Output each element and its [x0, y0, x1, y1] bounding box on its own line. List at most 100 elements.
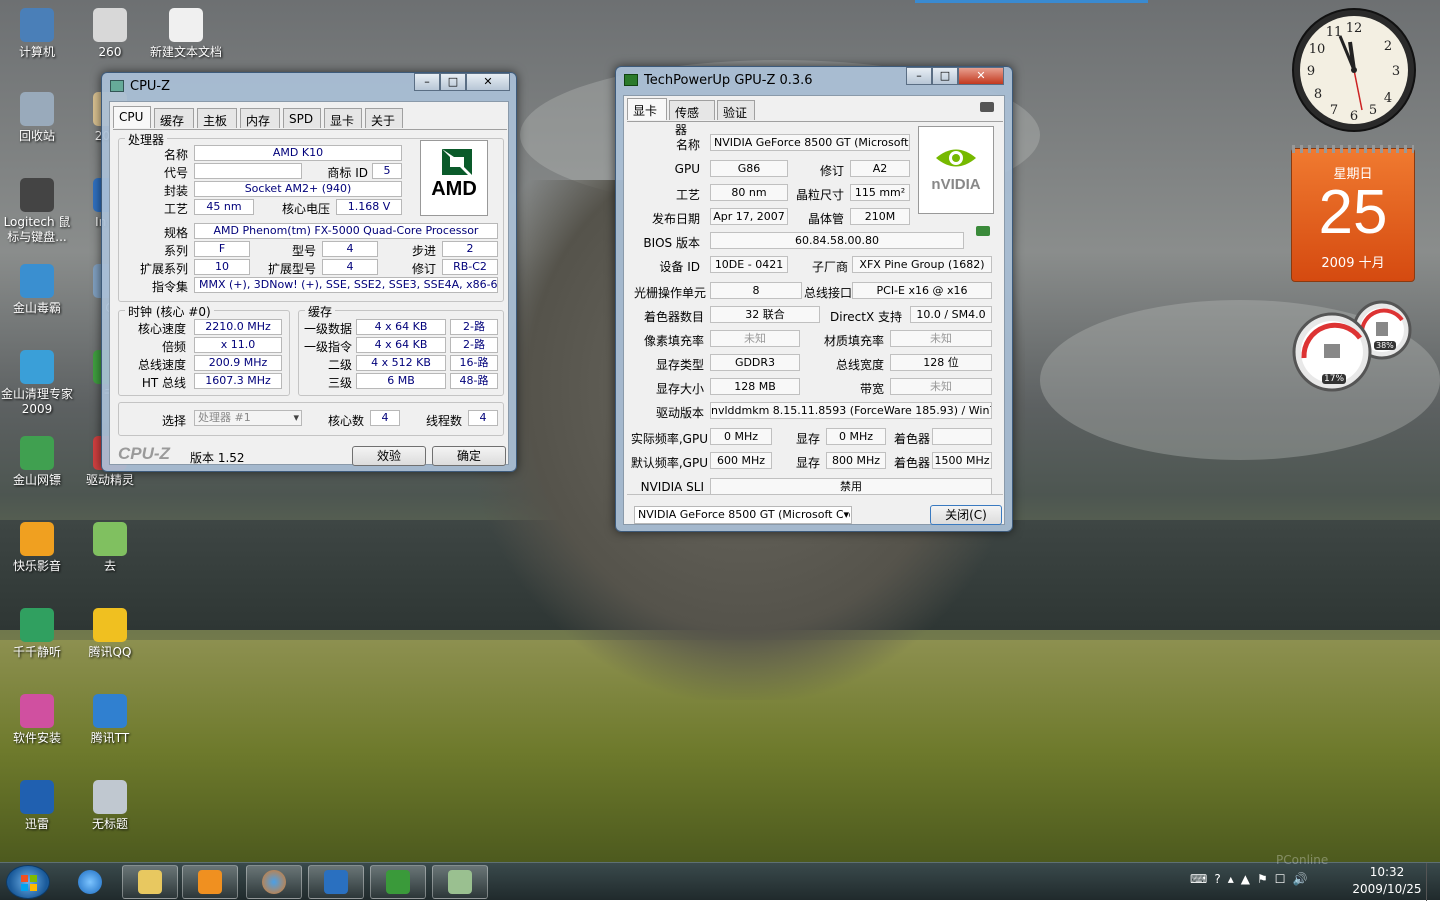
offscreen-window-edge [915, 0, 1148, 3]
tab-5[interactable]: 显卡 [324, 108, 362, 128]
close-gpuz-button[interactable]: 关闭(C) [930, 505, 1002, 525]
cache-assoc-value: 2-路 [450, 319, 498, 335]
tab-4[interactable]: SPD [283, 108, 321, 128]
bios-save-icon[interactable] [976, 226, 990, 236]
tray-icons[interactable]: ⌨?▴▲⚑☐🔊 [1190, 872, 1314, 886]
buswidth-value: 128 位 [890, 354, 992, 371]
tab-1[interactable]: 传感器 [669, 100, 715, 137]
maximize-button[interactable]: □ [440, 73, 466, 91]
name-label: 名称 [675, 138, 700, 152]
processor-select[interactable]: 处理器 #1 ▾ [194, 410, 302, 426]
desktop-icon[interactable]: 腾讯QQ [74, 608, 146, 660]
bandwidth-label: 带宽 [859, 382, 884, 396]
desktop-icon[interactable]: 快乐影音 [1, 522, 73, 574]
subv-value: XFX Pine Group (1682) [852, 256, 992, 273]
show-desktop-button[interactable] [1426, 863, 1440, 901]
gpuz-content: 显卡 传感器 验证 名称 NVIDIA GeForce 8500 GT (Micros… [623, 95, 1005, 525]
desktop-icon[interactable]: 金山网镖 [1, 436, 73, 488]
clocks-group-title: 时钟 (核心 #0) [125, 303, 214, 320]
minimize-button[interactable]: – [414, 73, 440, 91]
ie-icon [78, 870, 102, 894]
memclock-label: 显存 [795, 432, 820, 446]
desktop-icon[interactable]: Logitech 鼠标与键盘... [1, 178, 73, 245]
tab-3[interactable]: 内存 [240, 108, 280, 128]
die-label: 晶粒尺寸 [795, 188, 844, 202]
media-player-icon [198, 870, 222, 894]
bios-value: 60.84.58.00.80 [710, 232, 964, 249]
cpuz-titlebar[interactable]: CPU-Z – □ ✕ [102, 73, 516, 99]
cpu-meter-gadget[interactable]: 17% 38% [1290, 300, 1418, 392]
desktop-icon-label: 计算机 [18, 45, 55, 59]
desktop-icon[interactable]: 金山清理专家2009 [1, 350, 73, 417]
maximize-button[interactable]: □ [932, 67, 958, 85]
tab-0[interactable]: CPU [113, 106, 151, 128]
desktop-icon[interactable]: 260 [74, 8, 146, 60]
cpuz-window[interactable]: CPU-Z – □ ✕ CPU 缓存 主板 内存 SPD 显卡 关于 处理器 名称 AMD … [101, 72, 517, 472]
cache-level-label: 三级 [327, 376, 352, 390]
calendar-gadget[interactable]: 星期日 25 2009 十月 [1291, 145, 1415, 282]
gpuz-titlebar[interactable]: TechPowerUp GPU-Z 0.3.6 – □ ✕ [616, 67, 1012, 93]
nvidia-logo: nVIDIA [918, 126, 994, 214]
gpu-select[interactable]: NVIDIA GeForce 8500 GT (Microsoft Corp ▾ [634, 506, 852, 524]
taskbar-cpuz-button[interactable] [370, 865, 426, 899]
desktop-icon[interactable]: 去 [74, 522, 146, 574]
camera-icon[interactable] [980, 102, 994, 112]
svg-text:2: 2 [1384, 39, 1392, 54]
svg-text:9: 9 [1307, 64, 1315, 79]
gpuclock-label: 实际频率,GPU [630, 432, 708, 446]
taskbar-gpuz-button[interactable] [432, 865, 488, 899]
desktop-icon[interactable]: 无标题 [74, 780, 146, 832]
gpuz-window[interactable]: TechPowerUp GPU-Z 0.3.6 – □ ✕ 显卡 传感器 验证 名称… [615, 66, 1013, 532]
desktop-icon[interactable]: 新建文本文档 [150, 8, 222, 60]
bios-label: BIOS 版本 [643, 236, 700, 250]
desktop-icon[interactable]: 计算机 [1, 8, 73, 60]
tfill-label: 材质填充率 [823, 334, 884, 348]
die-value: 115 mm² [850, 184, 910, 201]
svg-text:10: 10 [1309, 42, 1326, 57]
desktop-icon[interactable]: 千千静听 [1, 608, 73, 660]
desktop-icon-label: 金山毒霸 [12, 301, 61, 315]
package-value: Socket AM2+ (940) [194, 181, 402, 197]
desktop-icon[interactable]: 金山毒霸 [1, 264, 73, 316]
amd-arrow-icon [442, 149, 472, 175]
clock-gadget[interactable]: 12 2 3 4 5678 9 10 11 [1290, 6, 1418, 134]
taskbar-explorer-button[interactable] [122, 865, 178, 899]
desktop-icon[interactable]: 腾讯TT [74, 694, 146, 746]
tab-2[interactable]: 验证 [717, 100, 755, 120]
desktop-icon[interactable]: 回收站 [1, 92, 73, 144]
rev-value: A2 [850, 160, 910, 177]
svg-text:8: 8 [1314, 87, 1322, 102]
taskbar-firefox-button[interactable] [246, 865, 302, 899]
shader-value [932, 428, 992, 445]
codename-value [194, 163, 302, 179]
technology-label: 工艺 [163, 202, 188, 216]
tab-6[interactable]: 关于 [365, 108, 403, 128]
close-button[interactable]: ✕ [466, 73, 510, 91]
cores-label: 核心数 [327, 414, 364, 428]
desktop-icon[interactable]: 迅雷 [1, 780, 73, 832]
minimize-button[interactable]: – [906, 67, 932, 85]
brand-id-value: 5 [372, 163, 402, 179]
desktop-icon-label: 腾讯TT [90, 731, 130, 745]
clock-date[interactable]: 2009/10/25 [1352, 882, 1422, 896]
cache-level-label: 一级指令 [303, 340, 352, 354]
ok-button[interactable]: 确定 [432, 446, 506, 466]
taskbar-ie-button[interactable] [62, 865, 118, 899]
tfill-value: 未知 [890, 330, 992, 347]
core-speed-value: 2210.0 MHz [194, 319, 282, 335]
shortcut-icon [93, 608, 127, 642]
tab-1[interactable]: 缓存 [154, 108, 194, 128]
tab-0[interactable]: 显卡 [627, 98, 667, 120]
clock-time[interactable]: 10:32 [1352, 865, 1422, 879]
desktop-icon[interactable]: 软件安装 [1, 694, 73, 746]
validate-button[interactable]: 效验 [352, 446, 426, 466]
shortcut-icon [20, 780, 54, 814]
defmem-label: 显存 [795, 456, 820, 470]
taskbar-media-button[interactable] [182, 865, 238, 899]
chevron-down-icon: ▾ [293, 411, 299, 424]
start-button[interactable] [6, 865, 50, 899]
close-button[interactable]: ✕ [958, 67, 1004, 85]
taskbar-thunder-button[interactable] [308, 865, 364, 899]
gpuz-tab-strip: 显卡 传感器 验证 [627, 98, 997, 137]
tab-2[interactable]: 主板 [197, 108, 237, 128]
